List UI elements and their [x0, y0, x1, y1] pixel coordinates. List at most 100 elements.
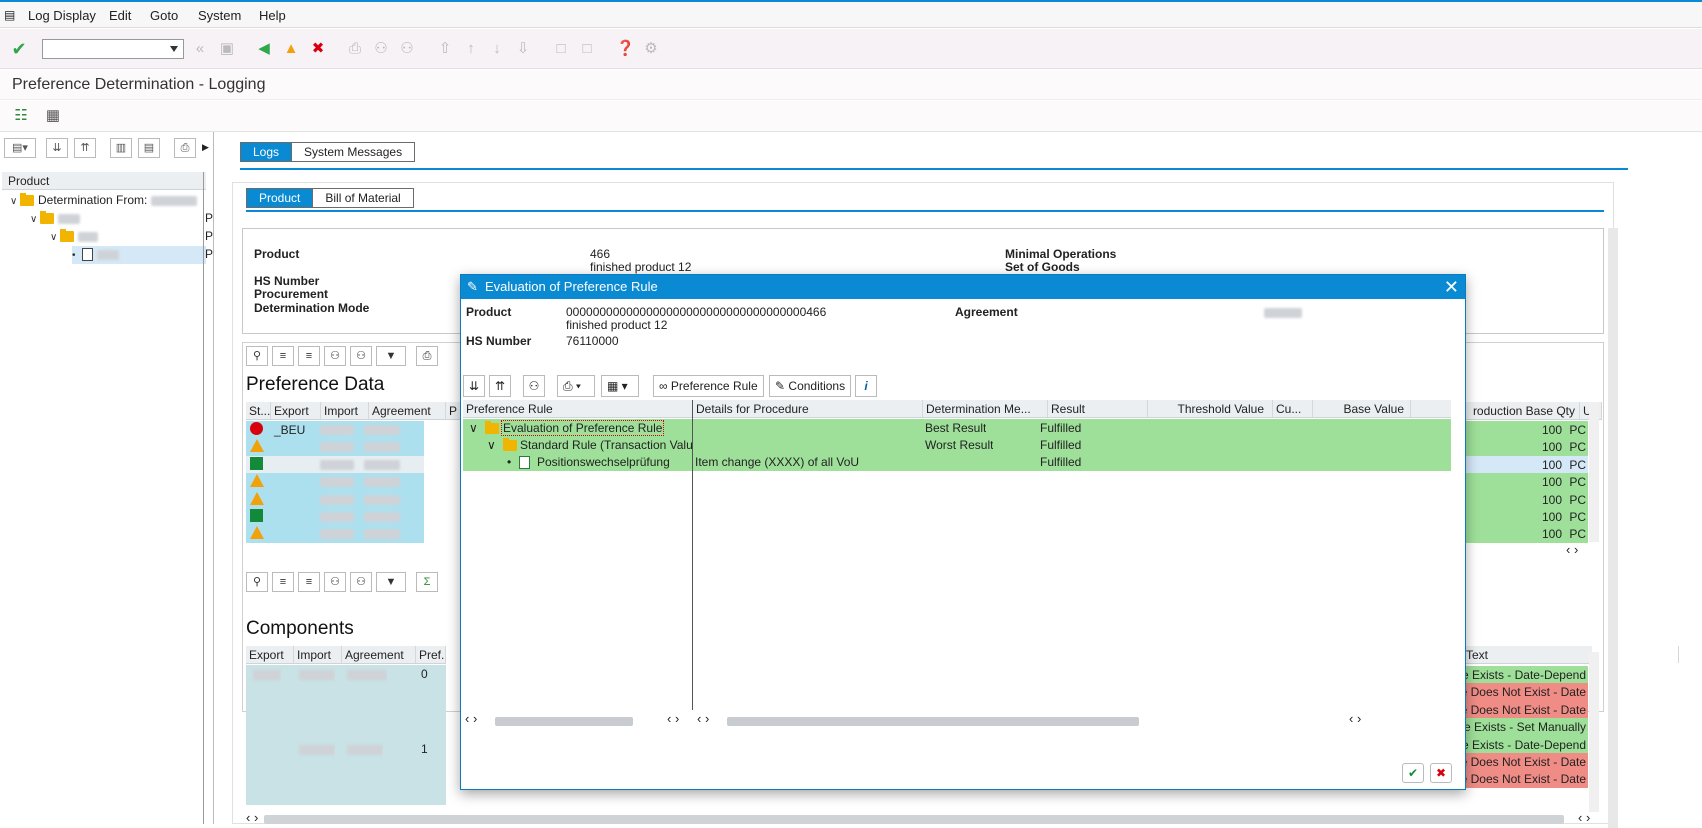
- save-icon[interactable]: ▣: [218, 40, 236, 58]
- pref-row[interactable]: _BEU: [246, 421, 424, 439]
- info-icon[interactable]: i: [855, 375, 877, 397]
- dlg-hscroll-mid[interactable]: ‹ ›: [667, 711, 679, 726]
- menu-edit[interactable]: Edit: [109, 8, 131, 23]
- dlg-hscroll-right-end[interactable]: ‹ ›: [1349, 711, 1361, 726]
- comp-text-row[interactable]: e Exists - Date-Depend: [1464, 735, 1588, 754]
- collapse-all-icon[interactable]: ⇈: [74, 138, 96, 158]
- next-page-icon[interactable]: ↓: [488, 40, 506, 58]
- col-export[interactable]: Export: [271, 402, 321, 419]
- main-hscroll-left[interactable]: ‹ ›: [246, 810, 258, 825]
- dlg-hscroll-left[interactable]: ‹ ›: [465, 711, 477, 726]
- comp-text-row[interactable]: e Exists - Date-Depend: [1464, 666, 1588, 684]
- tree-node-root[interactable]: ∨ Determination From:: [10, 192, 197, 210]
- comp-vscroll[interactable]: [1589, 652, 1599, 812]
- tree-node-leaf[interactable]: •: [72, 246, 206, 264]
- pref-row[interactable]: [246, 525, 424, 544]
- pref-row-right[interactable]: 100 PC: [1464, 473, 1588, 492]
- pref-row[interactable]: [246, 490, 424, 509]
- dlg-hscroll-thumb-right[interactable]: [727, 717, 1139, 726]
- col-text[interactable]: [1464, 646, 1679, 663]
- print-icon[interactable]: ⎙: [346, 40, 364, 58]
- command-field[interactable]: [42, 39, 184, 59]
- hierarchy-icon[interactable]: ☷: [12, 107, 30, 125]
- expand-all-icon[interactable]: ⇊: [463, 375, 485, 397]
- menu-system[interactable]: System: [198, 8, 241, 23]
- back-icon[interactable]: ◀: [255, 40, 273, 58]
- comp-text-row[interactable]: e Does Not Exist - Date: [1464, 700, 1588, 719]
- col-currency[interactable]: Cu...: [1273, 400, 1313, 417]
- menu-goto[interactable]: Goto: [150, 8, 178, 23]
- col-status[interactable]: St...: [246, 402, 271, 419]
- dialog-row[interactable]: • Positionswechselprüfung Item change (X…: [463, 453, 1451, 471]
- pref-row[interactable]: [246, 508, 424, 526]
- print-dropdown-icon[interactable]: ⎙ ▾: [557, 375, 595, 397]
- main-hscroll-right[interactable]: ‹ ›: [1578, 810, 1590, 825]
- tab-bill-of-material[interactable]: Bill of Material: [313, 189, 412, 207]
- comp-text-row[interactable]: e Does Not Exist - Date: [1464, 770, 1588, 789]
- comp-text-row[interactable]: e Does Not Exist - Date: [1464, 683, 1588, 702]
- col-agreement[interactable]: Agreement: [369, 402, 446, 419]
- main-vscroll[interactable]: [1608, 228, 1618, 828]
- details-icon[interactable]: ⚲: [246, 346, 268, 366]
- help-icon[interactable]: ❓: [616, 40, 635, 58]
- prev-page-icon[interactable]: ↑: [462, 40, 480, 58]
- confirm-icon[interactable]: ✔: [1402, 763, 1424, 783]
- dialog-row[interactable]: ∨ Standard Rule (Transaction Value M Wor…: [463, 436, 1451, 454]
- col-agreement[interactable]: Agreement: [342, 646, 416, 663]
- col-preference-rule[interactable]: Preference Rule: [463, 400, 693, 417]
- pref-row-right[interactable]: 100 PC: [1464, 455, 1588, 474]
- first-page-icon[interactable]: ⇧: [436, 40, 454, 58]
- tree-select-button[interactable]: ▤▾: [4, 138, 36, 158]
- col-pref-cm[interactable]: Pref.CM: [416, 646, 446, 663]
- last-page-icon[interactable]: ⇩: [514, 40, 532, 58]
- cancel-icon[interactable]: ✖: [1430, 763, 1452, 783]
- conditions-button[interactable]: ✎ Conditions: [769, 375, 852, 397]
- col-details[interactable]: Details for Procedure: [693, 400, 923, 417]
- new-session-icon[interactable]: □: [552, 40, 570, 58]
- preference-rule-button[interactable]: ∞ Preference Rule: [653, 375, 764, 397]
- sort-desc-icon[interactable]: ≡: [298, 346, 320, 366]
- layout-icon[interactable]: ▦: [44, 107, 62, 125]
- col-import[interactable]: Import: [321, 402, 369, 419]
- menu-help[interactable]: Help: [259, 8, 286, 23]
- menu-icon[interactable]: ▤: [4, 8, 15, 22]
- settings-gear-icon[interactable]: ⚙: [642, 40, 660, 58]
- exit-icon[interactable]: ▲: [282, 40, 300, 58]
- chevron-down-icon[interactable]: ∨: [487, 436, 496, 454]
- tab-system-messages[interactable]: System Messages: [292, 143, 414, 161]
- print-icon[interactable]: ⎙: [416, 346, 438, 366]
- pref-row-right[interactable]: 100 PC: [1464, 490, 1588, 509]
- pref-row[interactable]: [246, 473, 424, 492]
- tree-view-icon[interactable]: ▥: [110, 138, 132, 158]
- pref-hscroll-arrows[interactable]: ‹ ›: [1566, 542, 1578, 557]
- find-icon[interactable]: ⚇: [324, 572, 346, 592]
- more-arrow-icon[interactable]: ▶: [202, 142, 209, 153]
- pref-row-right[interactable]: 100 PC: [1464, 508, 1588, 526]
- tree-node-level1[interactable]: ∨: [30, 210, 80, 228]
- tree-node-level2[interactable]: ∨: [50, 228, 98, 246]
- enter-icon[interactable]: ✔: [10, 40, 28, 58]
- dlg-hscroll-thumb-left[interactable]: [495, 717, 633, 726]
- find-icon[interactable]: ⚇: [372, 40, 390, 58]
- tree-list-icon[interactable]: ▤: [138, 138, 160, 158]
- col-result[interactable]: Result: [1048, 400, 1148, 417]
- chevron-down-icon[interactable]: ∨: [10, 194, 20, 210]
- chevron-down-icon[interactable]: ∨: [50, 230, 60, 246]
- col-base-value[interactable]: Base Value: [1313, 400, 1411, 417]
- cancel-icon[interactable]: ✖: [309, 40, 327, 58]
- menu-log-display[interactable]: Log Display: [28, 8, 96, 23]
- comp-text-row[interactable]: e Exists - Set Manually: [1464, 718, 1588, 737]
- chevron-down-icon[interactable]: ∨: [469, 419, 478, 437]
- tree-splitter[interactable]: [203, 172, 204, 824]
- pref-row[interactable]: [246, 438, 424, 457]
- find-next-icon[interactable]: ⚇: [350, 572, 372, 592]
- chevron-down-icon[interactable]: ∨: [30, 212, 40, 228]
- sort-desc-icon[interactable]: ≡: [298, 572, 320, 592]
- tree-print-icon[interactable]: ⎙: [174, 138, 196, 158]
- find-icon[interactable]: ⚇: [523, 375, 545, 397]
- pref-vscroll[interactable]: [1589, 402, 1599, 542]
- filter-icon[interactable]: ▼: [376, 572, 406, 592]
- pref-row-right[interactable]: 100 PC: [1464, 525, 1588, 544]
- pref-row-right[interactable]: 100 PC: [1464, 438, 1588, 457]
- dialog-splitter[interactable]: [692, 400, 693, 710]
